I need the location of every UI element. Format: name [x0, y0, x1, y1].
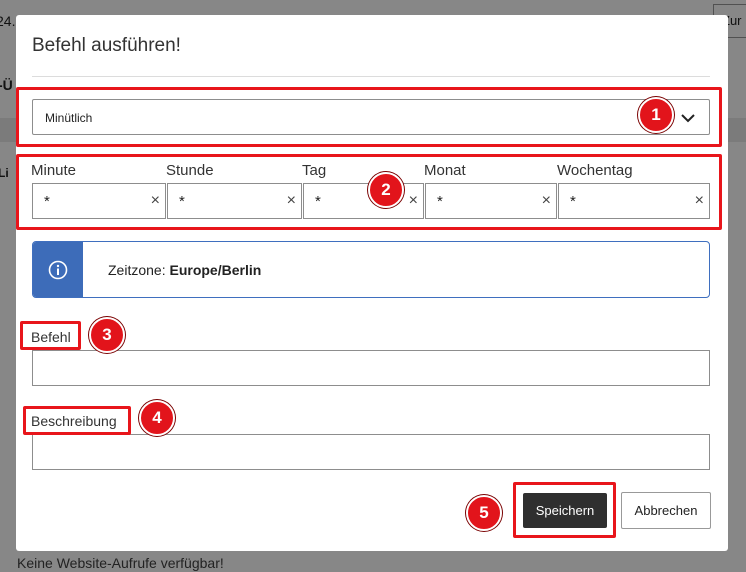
- info-accent-bar: [33, 242, 83, 297]
- timezone-text: Zeitzone: Europe/Berlin: [108, 262, 262, 278]
- no-website-calls-text: Keine Website-Aufrufe verfügbar!: [17, 555, 224, 571]
- description-input[interactable]: [32, 434, 710, 470]
- command-input[interactable]: [32, 350, 710, 386]
- annotation-box-5: [513, 482, 616, 538]
- dialog-title: Befehl ausführen!: [32, 35, 181, 56]
- title-divider: [32, 76, 710, 77]
- timezone-value: Europe/Berlin: [169, 262, 262, 278]
- annotation-marker-4: 4: [139, 400, 175, 436]
- timezone-info-box: Zeitzone: Europe/Berlin: [32, 241, 710, 298]
- annotation-box-3: [20, 321, 81, 350]
- annotation-box-4: [23, 406, 131, 435]
- annotation-marker-5: 5: [466, 495, 502, 531]
- annotation-box-1: [16, 87, 722, 147]
- annotation-marker-1: 1: [638, 97, 674, 133]
- annotation-marker-2: 2: [368, 172, 404, 208]
- cancel-button[interactable]: Abbrechen: [621, 492, 711, 529]
- annotation-marker-3: 3: [89, 317, 125, 353]
- info-icon: [48, 260, 68, 280]
